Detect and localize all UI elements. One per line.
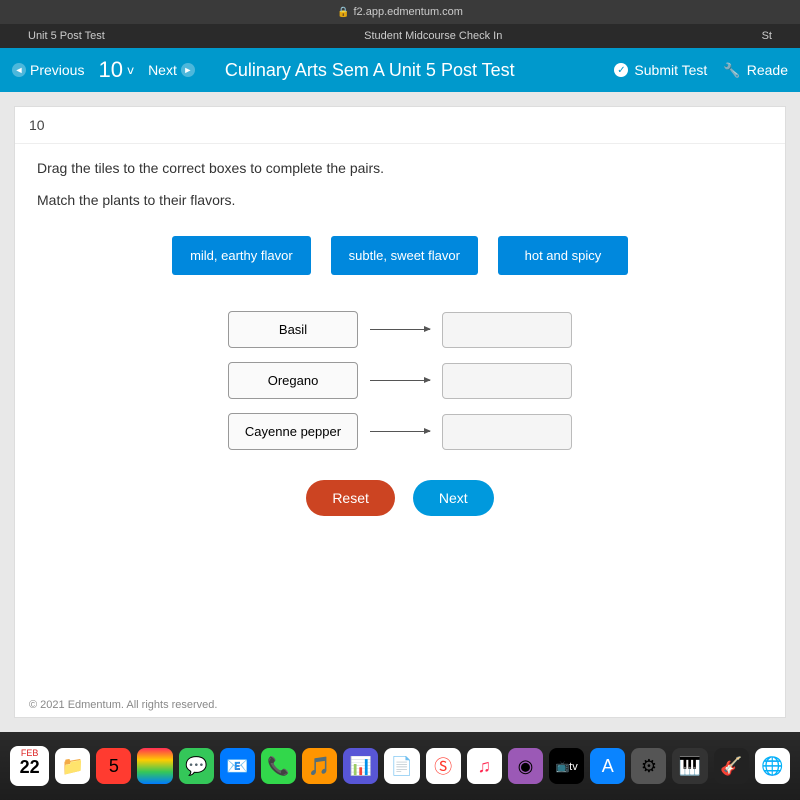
question-card: 10 Drag the tiles to the correct boxes t… — [14, 106, 786, 718]
dock-icon[interactable]: 📧 — [220, 748, 255, 784]
draggable-tiles-row: mild, earthy flavor subtle, sweet flavor… — [37, 236, 763, 275]
url-text: f2.app.edmentum.com — [354, 6, 463, 18]
tile-hot-spicy[interactable]: hot and spicy — [498, 236, 628, 275]
next-label: Next — [148, 62, 177, 78]
macos-dock: FEB 22 📁 5 💬 📧 📞 🎵 📊 📄 Ⓢ ♫ ◉ 📺tv A ⚙ 🎹 🎸… — [0, 732, 800, 800]
drop-target-oregano[interactable] — [442, 363, 572, 399]
match-row-basil: Basil — [228, 311, 572, 348]
arrow-icon — [370, 431, 430, 432]
tile-subtle-sweet[interactable]: subtle, sweet flavor — [331, 236, 478, 275]
reader-label: Reade — [747, 62, 788, 78]
match-row-cayenne: Cayenne pepper — [228, 413, 572, 450]
tab-right[interactable]: St — [742, 30, 792, 42]
dock-icon[interactable]: 🎵 — [302, 748, 337, 784]
chrome-dock-icon[interactable]: 🌐 — [755, 748, 790, 784]
question-instruction: Drag the tiles to the correct boxes to c… — [37, 160, 763, 176]
calendar-dock-icon[interactable]: FEB 22 — [10, 746, 49, 786]
plant-basil: Basil — [228, 311, 358, 348]
calendar-day: 22 — [20, 758, 40, 776]
dock-icon[interactable]: 📁 — [55, 748, 90, 784]
copyright-footer: © 2021 Edmentum. All rights reserved. — [29, 699, 217, 711]
dock-icon[interactable]: ♫ — [467, 748, 502, 784]
dock-icon[interactable]: 5 — [96, 748, 131, 784]
check-icon: ✓ — [614, 63, 628, 77]
dock-icon[interactable]: A — [590, 748, 625, 784]
dock-icon[interactable]: 📞 — [261, 748, 296, 784]
content-area: 10 Drag the tiles to the correct boxes t… — [0, 92, 800, 732]
reader-button[interactable]: 🔧 Reade — [723, 62, 788, 79]
question-sub-instruction: Match the plants to their flavors. — [37, 192, 763, 208]
arrow-right-icon: ► — [181, 63, 195, 77]
dock-icon[interactable]: ◉ — [508, 748, 543, 784]
drop-target-basil[interactable] — [442, 312, 572, 348]
test-title: Culinary Arts Sem A Unit 5 Post Test — [225, 60, 615, 81]
action-buttons: Reset Next — [37, 480, 763, 516]
dock-icon[interactable]: 📊 — [343, 748, 378, 784]
plant-cayenne: Cayenne pepper — [228, 413, 358, 450]
arrow-left-icon: ◄ — [12, 63, 26, 77]
dock-icon[interactable]: 🎹 — [672, 748, 707, 784]
wrench-icon: 🔧 — [723, 62, 740, 79]
drop-target-cayenne[interactable] — [442, 414, 572, 450]
question-number: 10 — [98, 57, 122, 83]
previous-button[interactable]: ◄ Previous — [12, 62, 84, 78]
question-header-number: 10 — [15, 107, 785, 144]
next-question-button[interactable]: Next — [413, 480, 494, 516]
question-body: Drag the tiles to the correct boxes to c… — [15, 144, 785, 532]
dock-icon[interactable]: 📺tv — [549, 748, 584, 784]
tile-mild-earthy[interactable]: mild, earthy flavor — [172, 236, 311, 275]
question-number-dropdown[interactable]: 10 ⅴ — [98, 57, 134, 83]
dock-icon[interactable]: 📄 — [384, 748, 419, 784]
tab-left[interactable]: Unit 5 Post Test — [8, 30, 125, 42]
lock-icon: 🔒 — [337, 7, 349, 18]
submit-test-button[interactable]: ✓ Submit Test — [614, 62, 707, 78]
dock-icon[interactable]: ⚙ — [631, 748, 666, 784]
reset-button[interactable]: Reset — [306, 480, 395, 516]
chevron-down-icon: ⅴ — [127, 63, 134, 77]
test-nav-bar: ◄ Previous 10 ⅴ Next ► Culinary Arts Sem… — [0, 48, 800, 92]
dock-icon[interactable]: Ⓢ — [426, 748, 461, 784]
arrow-icon — [370, 380, 430, 381]
tab-center[interactable]: Student Midcourse Check In — [125, 30, 742, 42]
next-button[interactable]: Next ► — [148, 62, 195, 78]
plant-oregano: Oregano — [228, 362, 358, 399]
match-area: Basil Oregano Cayenne pepper — [37, 311, 763, 450]
submit-label: Submit Test — [634, 62, 707, 78]
browser-address-bar: 🔒 f2.app.edmentum.com — [0, 0, 800, 24]
dock-icon[interactable] — [137, 748, 172, 784]
previous-label: Previous — [30, 62, 84, 78]
match-row-oregano: Oregano — [228, 362, 572, 399]
browser-tabs: Unit 5 Post Test Student Midcourse Check… — [0, 24, 800, 48]
dock-icon[interactable]: 💬 — [179, 748, 214, 784]
arrow-icon — [370, 329, 430, 330]
dock-icon[interactable]: 🎸 — [714, 748, 749, 784]
